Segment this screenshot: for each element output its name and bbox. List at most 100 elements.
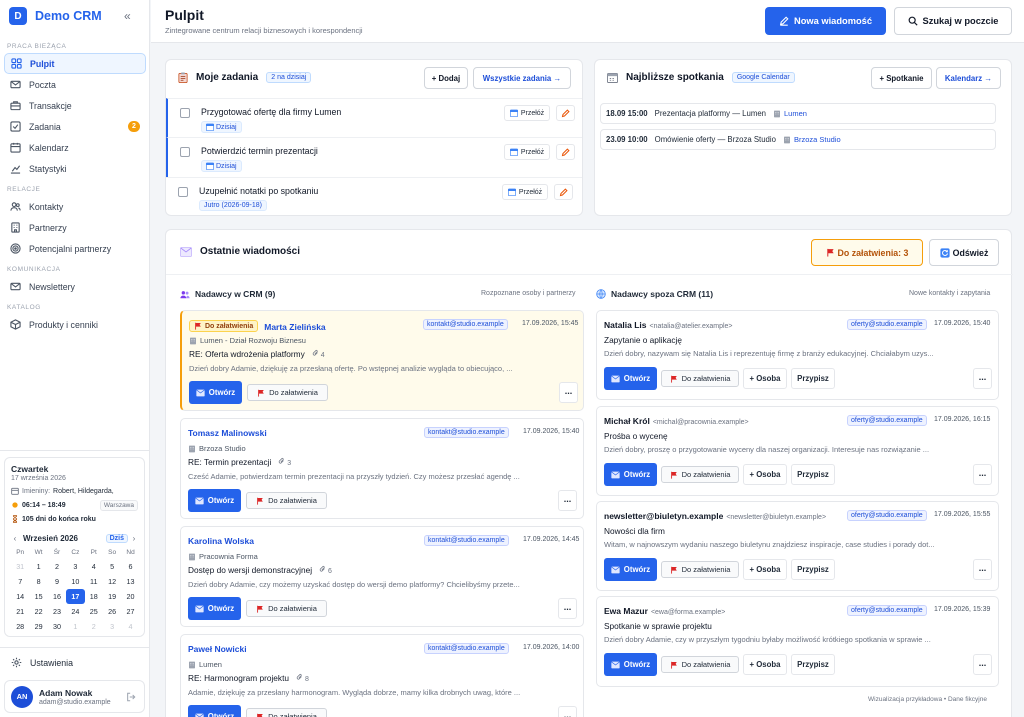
edit-task-button[interactable] — [556, 105, 575, 121]
more-options-button[interactable]: ... — [559, 382, 578, 403]
add-person-button[interactable]: + Osoba — [743, 368, 787, 389]
calendar-day[interactable]: 18 — [85, 589, 103, 604]
sidebar-item-newslettery[interactable]: Newslettery — [4, 276, 146, 297]
open-message-button[interactable]: Otwórz — [188, 489, 241, 512]
calendar-day[interactable]: 22 — [29, 604, 47, 619]
sidebar-item-statystyki[interactable]: Statystyki — [4, 158, 146, 179]
calendar-day[interactable]: 14 — [11, 589, 29, 604]
reschedule-button[interactable]: Przełóż — [504, 105, 550, 121]
sender-name[interactable]: Natalia Lis — [604, 320, 647, 330]
open-message-button[interactable]: Otwórz — [604, 653, 657, 676]
calendar-day[interactable]: 30 — [48, 619, 66, 634]
open-message-button[interactable]: Otwórz — [604, 367, 657, 390]
mark-todo-button[interactable]: Do załatwienia — [246, 600, 327, 617]
calendar-day[interactable]: 1 — [29, 559, 47, 574]
calendar-day[interactable]: 24 — [66, 604, 84, 619]
sender-name[interactable]: Marta Zielińska — [264, 322, 325, 332]
assign-button[interactable]: Przypisz — [791, 464, 835, 485]
calendar-day[interactable]: 23 — [48, 604, 66, 619]
edit-task-button[interactable] — [554, 184, 573, 200]
message-item[interactable]: Michał Król <michal@pracownia.example> of… — [596, 406, 999, 496]
calendar-day[interactable]: 27 — [121, 604, 139, 619]
sender-name[interactable]: Tomasz Malinowski — [188, 428, 267, 438]
sidebar-item-zadania[interactable]: Zadania 2 — [4, 116, 146, 137]
sidebar-item-potencjalni[interactable]: Potencjalni partnerzy — [4, 238, 146, 259]
mark-todo-button[interactable]: Do załatwienia — [661, 370, 739, 387]
calendar-today-button[interactable]: Dziś — [105, 533, 128, 543]
add-person-button[interactable]: + Osoba — [743, 559, 787, 580]
calendar-link-button[interactable]: Kalendarz → — [936, 67, 1001, 89]
logout-icon[interactable] — [126, 692, 136, 702]
message-item[interactable]: Tomasz Malinowski kontakt@studio.example… — [180, 418, 584, 519]
add-person-button[interactable]: + Osoba — [743, 654, 787, 675]
more-options-button[interactable]: ... — [973, 368, 992, 389]
message-item[interactable]: Paweł Nowicki kontakt@studio.example 17.… — [180, 634, 584, 717]
calendar-day[interactable]: 5 — [103, 559, 121, 574]
message-item[interactable]: Natalia Lis <natalia@atelier.example> ofe… — [596, 310, 999, 400]
assign-button[interactable]: Przypisz — [791, 559, 835, 580]
sidebar-item-produkty[interactable]: Produkty i cenniki — [4, 314, 146, 335]
open-message-button[interactable]: Otwórz — [604, 558, 657, 581]
new-message-button[interactable]: Nowa wiadomość — [765, 7, 886, 35]
calendar-day[interactable]: 3 — [103, 619, 121, 634]
meeting-item[interactable]: 18.09 15:00 Prezentacja platformy — Lume… — [600, 103, 996, 124]
calendar-day[interactable]: 9 — [48, 574, 66, 589]
add-meeting-button[interactable]: + Spotkanie — [871, 67, 932, 89]
pending-filter-button[interactable]: Do załatwienia: 3 — [811, 239, 923, 266]
collapse-sidebar-icon[interactable]: « — [124, 10, 131, 22]
more-options-button[interactable]: ... — [973, 464, 992, 485]
all-tasks-button[interactable]: Wszystkie zadania → — [473, 67, 571, 89]
sender-name[interactable]: Michał Król — [604, 416, 650, 426]
calendar-prev-icon[interactable]: ‹ — [11, 534, 19, 543]
calendar-day[interactable]: 28 — [11, 619, 29, 634]
calendar-day[interactable]: 4 — [121, 619, 139, 634]
calendar-next-icon[interactable]: › — [130, 534, 138, 543]
calendar-day[interactable]: 2 — [48, 559, 66, 574]
message-item[interactable]: newsletter@biuletyn.example <newsletter@b… — [596, 501, 999, 591]
settings-button[interactable]: Ustawienia — [11, 657, 73, 668]
sidebar-item-partnerzy[interactable]: Partnerzy — [4, 217, 146, 238]
calendar-day[interactable]: 4 — [85, 559, 103, 574]
sidebar-item-kontakty[interactable]: Kontakty — [4, 196, 146, 217]
calendar-day[interactable]: 11 — [85, 574, 103, 589]
calendar-day[interactable]: 13 — [121, 574, 139, 589]
calendar-day[interactable]: 1 — [66, 619, 84, 634]
mark-todo-button[interactable]: Do załatwienia — [661, 656, 739, 673]
task-checkbox[interactable] — [180, 108, 190, 118]
mark-todo-button[interactable]: Do załatwienia — [661, 466, 739, 483]
sender-name[interactable]: Karolina Wolska — [188, 536, 254, 546]
mark-todo-button[interactable]: Do załatwienia — [246, 708, 327, 717]
calendar-day[interactable]: 20 — [121, 589, 139, 604]
assign-button[interactable]: Przypisz — [791, 654, 835, 675]
sender-name[interactable]: newsletter@biuletyn.example — [604, 511, 723, 521]
refresh-button[interactable]: Odśwież — [929, 239, 999, 266]
calendar-day[interactable]: 6 — [121, 559, 139, 574]
edit-task-button[interactable] — [556, 144, 575, 160]
task-checkbox[interactable] — [178, 187, 188, 197]
search-mail-button[interactable]: Szukaj w poczcie — [894, 7, 1012, 35]
calendar-day[interactable]: 7 — [11, 574, 29, 589]
message-item[interactable]: Ewa Mazur <ewa@forma.example> oferty@stud… — [596, 596, 999, 687]
sidebar-item-transakcje[interactable]: Transakcje — [4, 95, 146, 116]
calendar-day[interactable]: 19 — [103, 589, 121, 604]
calendar-day[interactable]: 25 — [85, 604, 103, 619]
add-person-button[interactable]: + Osoba — [743, 464, 787, 485]
reschedule-button[interactable]: Przełóż — [504, 144, 550, 160]
sidebar-item-poczta[interactable]: Poczta — [4, 74, 146, 95]
more-options-button[interactable]: ... — [558, 598, 577, 619]
calendar-day[interactable]: 16 — [48, 589, 66, 604]
sidebar-item-pulpit[interactable]: Pulpit — [4, 53, 146, 74]
message-item[interactable]: Karolina Wolska kontakt@studio.example 1… — [180, 526, 584, 627]
open-message-button[interactable]: Otwórz — [188, 705, 241, 717]
sender-name[interactable]: Paweł Nowicki — [188, 644, 247, 654]
assign-button[interactable]: Przypisz — [791, 368, 835, 389]
more-options-button[interactable]: ... — [973, 654, 992, 675]
meeting-item[interactable]: 23.09 10:00 Omówienie oferty — Brzoza St… — [600, 129, 996, 150]
calendar-day[interactable]: 12 — [103, 574, 121, 589]
more-options-button[interactable]: ... — [973, 559, 992, 580]
mark-todo-button[interactable]: Do załatwienia — [247, 384, 328, 401]
calendar-day[interactable]: 17 — [66, 589, 85, 604]
sidebar-item-kalendarz[interactable]: Kalendarz — [4, 137, 146, 158]
user-card[interactable]: AN Adam Nowak adam@studio.example — [4, 680, 145, 713]
message-item[interactable]: Do załatwienia Marta Zielińska kontakt@st… — [180, 310, 584, 411]
